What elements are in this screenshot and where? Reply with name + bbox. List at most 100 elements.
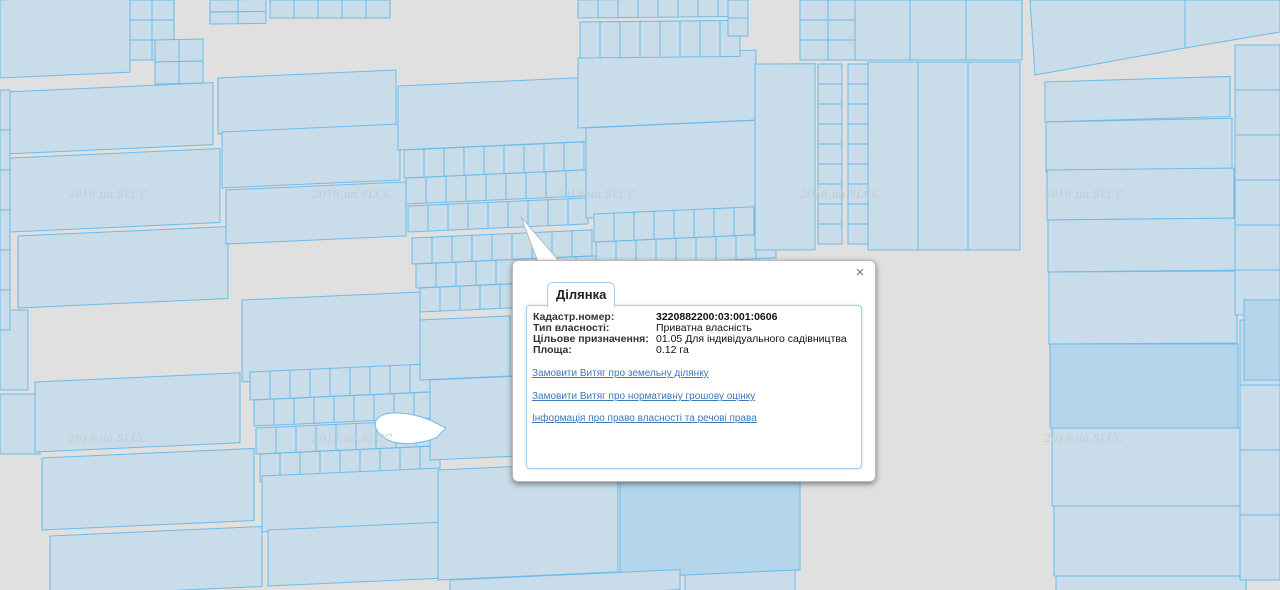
land-parcel[interactable]	[293, 396, 315, 425]
land-parcel[interactable]	[429, 375, 521, 461]
land-parcel[interactable]	[551, 230, 573, 259]
land-parcel[interactable]	[4, 82, 214, 155]
land-parcel[interactable]	[613, 211, 635, 242]
land-parcel[interactable]	[547, 198, 569, 227]
land-parcel[interactable]	[503, 144, 525, 175]
land-parcel[interactable]	[487, 200, 509, 229]
land-parcel[interactable]	[209, 0, 239, 13]
land-parcel[interactable]	[151, 0, 175, 21]
land-parcel[interactable]	[389, 364, 411, 395]
land-parcel[interactable]	[585, 119, 775, 219]
land-parcel[interactable]	[273, 397, 295, 426]
land-parcel[interactable]	[365, 0, 391, 19]
land-parcel[interactable]	[754, 63, 816, 251]
land-parcel[interactable]	[817, 103, 843, 125]
land-parcel[interactable]	[693, 208, 715, 239]
land-parcel[interactable]	[917, 61, 969, 251]
ownership-rights-info-link[interactable]: Інформація про право власності та речові…	[532, 413, 757, 424]
land-parcel[interactable]	[415, 262, 437, 289]
land-parcel[interactable]	[253, 398, 275, 427]
land-parcel[interactable]	[129, 19, 153, 41]
land-parcel[interactable]	[313, 395, 335, 424]
land-parcel[interactable]	[397, 77, 587, 151]
land-parcel[interactable]	[571, 229, 593, 258]
land-parcel[interactable]	[309, 367, 331, 398]
land-parcel[interactable]	[255, 426, 277, 455]
land-parcel[interactable]	[965, 0, 1023, 61]
land-parcel[interactable]	[0, 209, 11, 251]
land-parcel[interactable]	[475, 259, 497, 286]
land-parcel[interactable]	[333, 394, 355, 423]
land-parcel[interactable]	[817, 123, 843, 145]
land-parcel[interactable]	[427, 203, 449, 232]
land-parcel[interactable]	[847, 223, 869, 245]
land-parcel[interactable]	[491, 232, 513, 261]
land-parcel[interactable]	[17, 226, 229, 309]
land-parcel[interactable]	[431, 235, 453, 264]
land-parcel[interactable]	[0, 0, 131, 79]
land-parcel[interactable]	[467, 201, 489, 230]
land-parcel[interactable]	[369, 365, 391, 396]
land-parcel[interactable]	[633, 210, 655, 241]
land-parcel[interactable]	[1239, 449, 1280, 516]
land-parcel[interactable]	[341, 0, 367, 19]
land-parcel[interactable]	[289, 368, 311, 399]
land-parcel[interactable]	[451, 234, 473, 263]
land-parcel[interactable]	[1239, 384, 1280, 451]
land-parcel[interactable]	[679, 20, 701, 58]
land-parcel[interactable]	[653, 209, 675, 240]
land-parcel[interactable]	[695, 236, 717, 263]
land-parcel[interactable]	[209, 11, 239, 25]
land-parcel[interactable]	[619, 469, 801, 579]
land-parcel[interactable]	[465, 173, 487, 202]
land-parcel[interactable]	[675, 236, 697, 263]
land-parcel[interactable]	[847, 123, 869, 145]
land-parcel[interactable]	[677, 0, 699, 18]
land-parcel[interactable]	[657, 0, 679, 18]
land-parcel[interactable]	[543, 142, 565, 173]
land-parcel[interactable]	[531, 231, 553, 260]
land-parcel[interactable]	[847, 143, 869, 165]
land-parcel[interactable]	[447, 202, 469, 231]
land-parcel[interactable]	[699, 20, 721, 58]
land-parcel[interactable]	[435, 261, 457, 288]
order-valuation-extract-link[interactable]: Замовити Витяг про нормативну грошову оц…	[532, 391, 755, 402]
land-parcel[interactable]	[579, 21, 601, 59]
land-parcel[interactable]	[269, 0, 295, 19]
land-parcel[interactable]	[1234, 89, 1280, 136]
land-parcel[interactable]	[567, 197, 589, 226]
land-parcel[interactable]	[817, 143, 843, 165]
land-parcel[interactable]	[673, 208, 695, 239]
order-land-extract-link[interactable]: Замовити Витяг про земельну ділянку	[532, 368, 709, 379]
land-parcel[interactable]	[353, 394, 375, 423]
land-parcel[interactable]	[49, 525, 263, 590]
land-parcel[interactable]	[847, 163, 869, 185]
land-parcel[interactable]	[154, 61, 180, 85]
land-parcel[interactable]	[827, 39, 857, 61]
land-parcel[interactable]	[847, 83, 869, 105]
land-parcel[interactable]	[854, 0, 912, 61]
land-parcel[interactable]	[1234, 179, 1280, 226]
land-parcel[interactable]	[293, 0, 319, 19]
land-parcel[interactable]	[403, 148, 425, 179]
land-parcel[interactable]	[597, 0, 619, 19]
land-parcel[interactable]	[0, 289, 11, 331]
land-parcel[interactable]	[1055, 575, 1247, 590]
land-parcel[interactable]	[237, 0, 267, 13]
land-parcel[interactable]	[909, 0, 967, 61]
land-parcel[interactable]	[817, 63, 843, 85]
land-parcel[interactable]	[527, 199, 549, 228]
land-parcel[interactable]	[471, 233, 493, 262]
land-parcel[interactable]	[0, 129, 11, 171]
land-parcel[interactable]	[1045, 117, 1233, 173]
land-parcel[interactable]	[817, 203, 843, 225]
land-parcel[interactable]	[407, 204, 429, 233]
land-parcel[interactable]	[967, 61, 1021, 251]
land-parcel[interactable]	[1048, 270, 1238, 345]
land-parcel[interactable]	[659, 20, 681, 58]
land-parcel[interactable]	[275, 425, 297, 454]
land-parcel[interactable]	[1234, 44, 1280, 91]
land-parcel[interactable]	[593, 212, 615, 243]
land-parcel[interactable]	[507, 200, 529, 229]
land-parcel[interactable]	[459, 284, 481, 311]
